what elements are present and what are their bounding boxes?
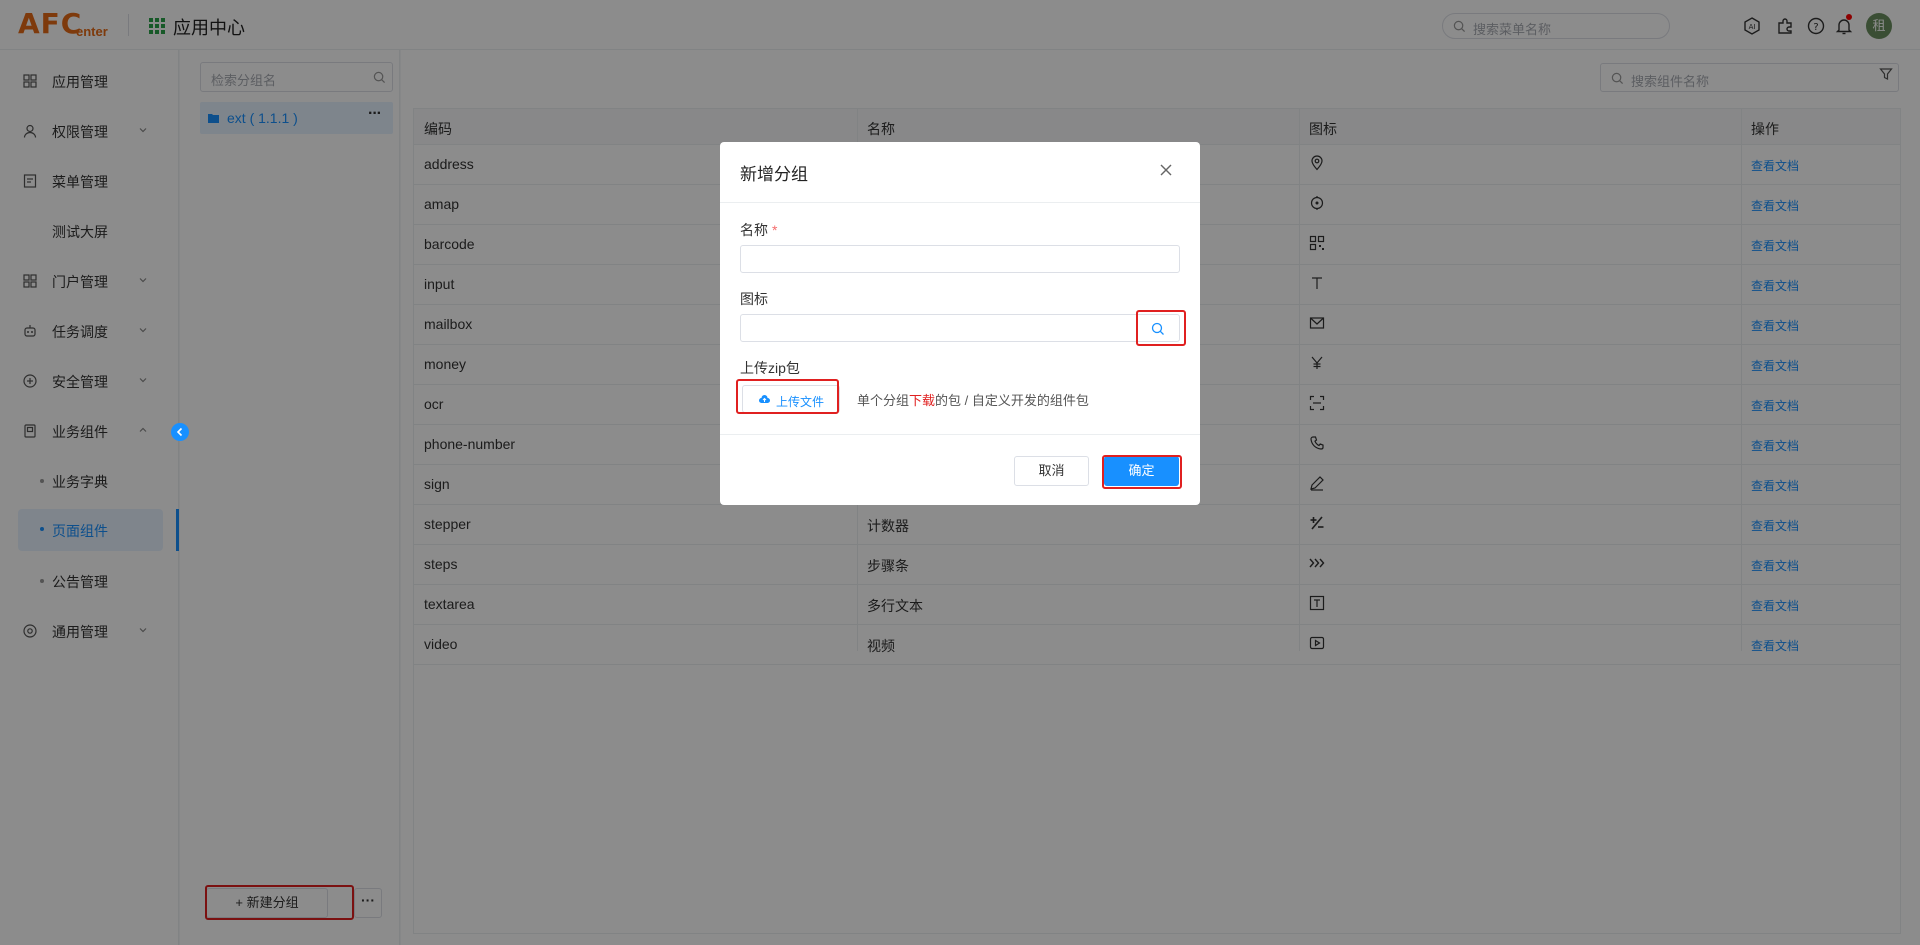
upload-tip-after: 的包 / 自定义开发的组件包 [935,393,1089,408]
highlight-upload [736,379,839,414]
upload-tip: 单个分组下载的包 / 自定义开发的组件包 [857,390,1089,409]
dialog-title: 新增分组 [740,165,808,184]
new-group-dialog: 新增分组 名称 * 图标 上传zip包 上传文件 单个分组下载的包 / 自定义开发… [720,142,1200,505]
collapse-sidebar-button[interactable] [171,423,189,441]
icon-label: 图标 [740,291,768,307]
highlight-icon-search [1136,310,1186,346]
name-label: 名称 * [740,220,777,240]
name-label-text: 名称 [740,222,768,238]
name-input[interactable] [740,245,1180,273]
required-mark: * [772,222,778,238]
highlight-confirm [1102,455,1182,489]
close-icon[interactable] [1158,162,1174,178]
dialog-divider [720,202,1200,203]
chevron-left-icon [176,427,183,437]
icon-input[interactable] [740,314,1138,342]
dialog-divider [720,434,1200,435]
download-link[interactable]: 下载 [909,393,935,408]
upload-tip-before: 单个分组 [857,393,910,408]
cancel-button[interactable]: 取消 [1014,456,1089,486]
zip-label: 上传zip包 [740,360,800,376]
